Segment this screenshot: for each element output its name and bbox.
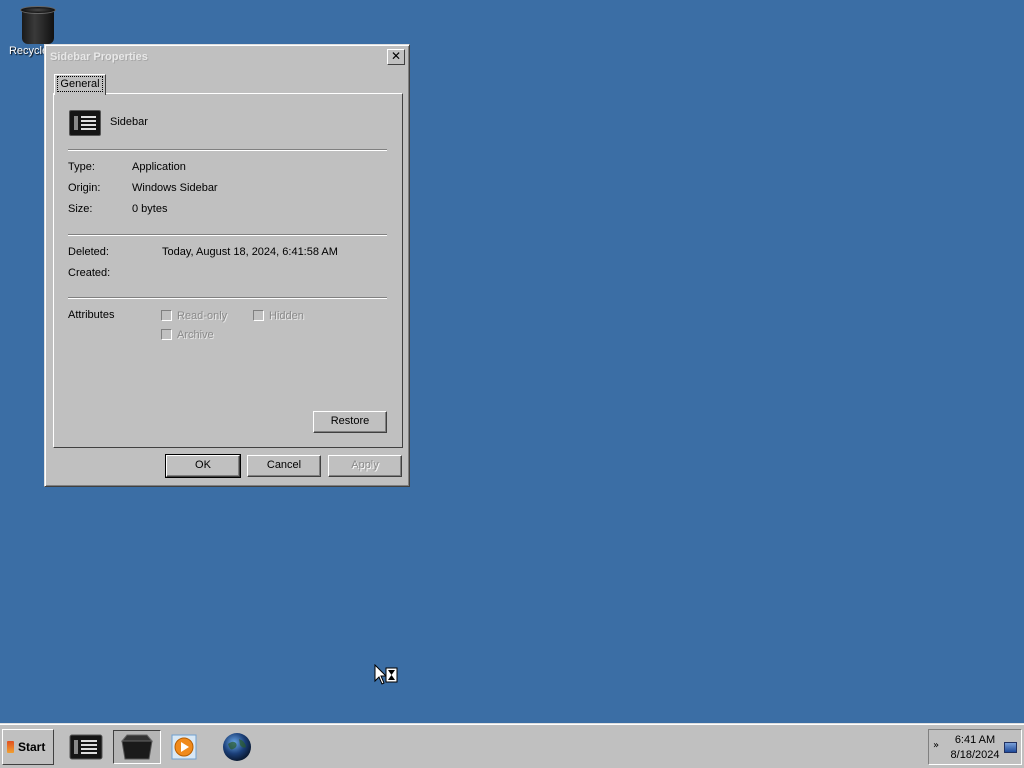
separator — [68, 149, 387, 151]
created-label: Created: — [68, 267, 111, 279]
taskbar: Start » 6:41 AM 8/18/2024 — [0, 723, 1024, 768]
start-logo-icon — [7, 741, 14, 753]
restore-button[interactable]: Restore — [313, 411, 387, 433]
recycle-bin-icon — [19, 4, 57, 44]
sidebar-properties-dialog: Sidebar Properties ✕ General Sidebar Typ… — [44, 44, 410, 487]
cancel-button[interactable]: Cancel — [247, 455, 321, 477]
archive-label: Archive — [177, 329, 214, 341]
start-button[interactable]: Start — [2, 729, 54, 765]
clock-time[interactable]: 6:41 AM — [947, 734, 1003, 746]
network-icon[interactable] — [1004, 742, 1017, 753]
globe-icon — [223, 733, 251, 761]
recycle-bin-window-icon — [120, 734, 154, 760]
media-player-icon — [171, 734, 197, 760]
deleted-value: Today, August 18, 2024, 6:41:58 AM — [162, 246, 338, 258]
archive-checkbox[interactable] — [161, 329, 172, 340]
close-icon: ✕ — [390, 49, 402, 63]
readonly-checkbox[interactable] — [161, 310, 172, 321]
size-value: 0 bytes — [132, 203, 168, 215]
sidebar-app-icon — [69, 734, 103, 760]
separator — [68, 297, 387, 299]
sidebar-app-icon — [69, 110, 101, 136]
origin-label: Origin: — [68, 182, 101, 194]
taskbar-media-player[interactable] — [162, 730, 206, 764]
tab-general-label: General — [57, 76, 103, 92]
close-button[interactable]: ✕ — [387, 49, 405, 65]
busy-cursor-icon — [374, 664, 398, 685]
readonly-label: Read-only — [177, 310, 228, 322]
taskbar-recycle-bin-window[interactable] — [113, 730, 161, 764]
type-value: Application — [132, 161, 186, 173]
size-label: Size: — [68, 203, 93, 215]
ok-button[interactable]: OK — [165, 454, 241, 478]
tray-chevron-icon[interactable]: » — [933, 740, 939, 751]
app-name: Sidebar — [110, 116, 148, 128]
hidden-checkbox[interactable] — [253, 310, 264, 321]
tab-general[interactable]: General — [54, 74, 106, 95]
taskbar-sidebar-app[interactable] — [64, 730, 108, 764]
dialog-title: Sidebar Properties — [50, 51, 148, 63]
origin-value: Windows Sidebar — [132, 182, 218, 194]
system-tray: » 6:41 AM 8/18/2024 — [928, 729, 1022, 765]
separator — [68, 234, 387, 236]
start-label: Start — [18, 740, 46, 754]
taskbar-browser[interactable] — [215, 730, 259, 764]
dialog-titlebar[interactable]: Sidebar Properties ✕ — [48, 48, 406, 66]
attributes-label: Attributes — [68, 309, 115, 321]
general-panel: Sidebar Type: Application Origin: Window… — [53, 93, 403, 448]
clock-date[interactable]: 8/18/2024 — [945, 749, 1005, 761]
hidden-label: Hidden — [269, 310, 304, 322]
deleted-label: Deleted: — [68, 246, 109, 258]
apply-button[interactable]: Apply — [328, 455, 402, 477]
type-label: Type: — [68, 161, 95, 173]
